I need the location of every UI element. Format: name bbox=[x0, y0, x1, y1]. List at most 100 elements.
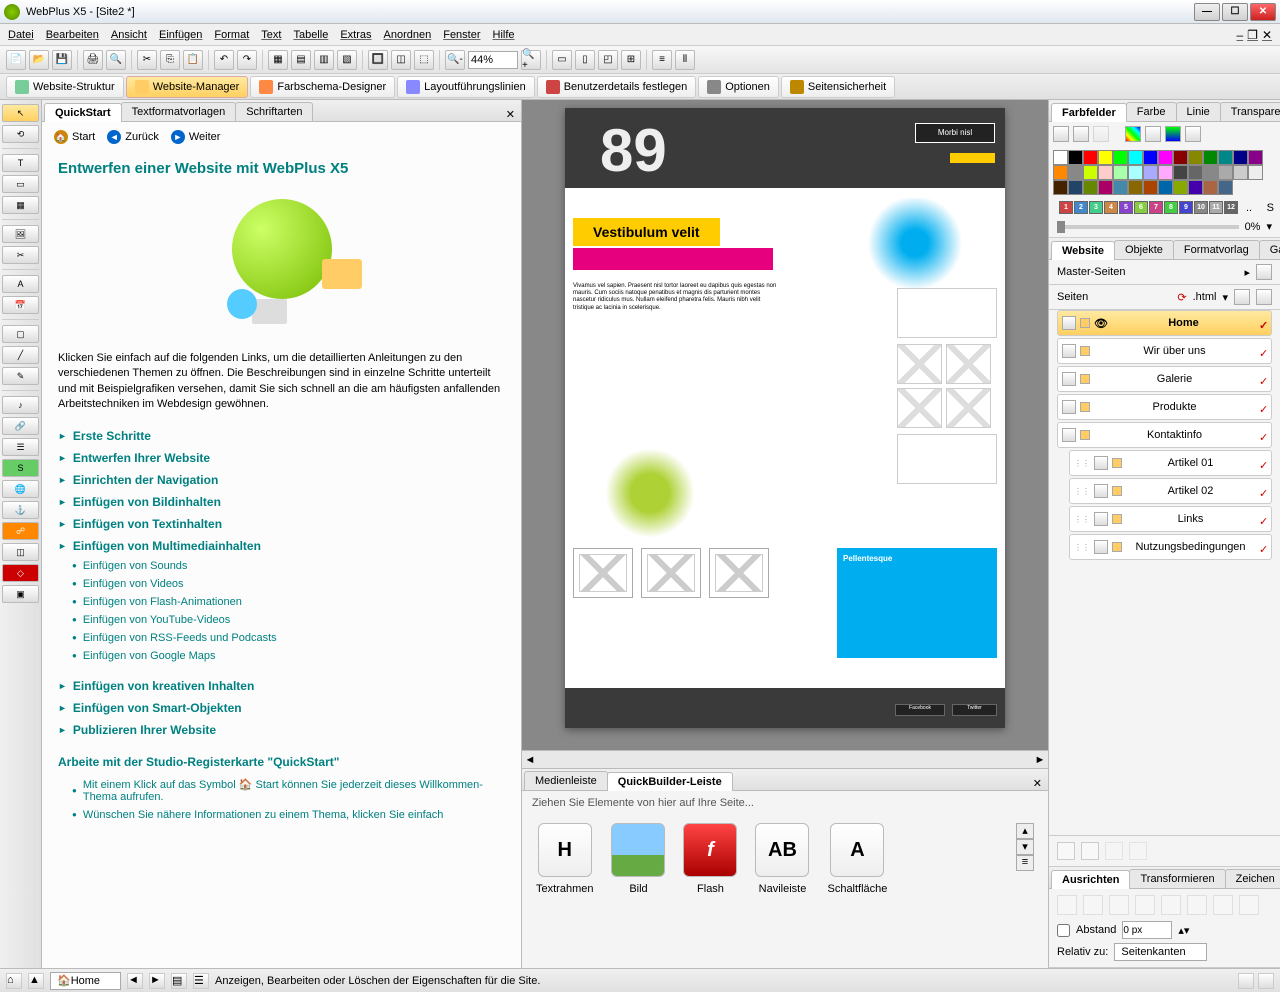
color-swatch[interactable] bbox=[1128, 150, 1143, 165]
color-swatch[interactable] bbox=[1143, 180, 1158, 195]
nav-tool[interactable]: ☰ bbox=[2, 438, 39, 456]
qs-tab-0[interactable]: QuickStart bbox=[44, 103, 122, 122]
fill-picker-icon[interactable] bbox=[1053, 126, 1069, 142]
qs-back-button[interactable]: ◄Zurück bbox=[107, 130, 159, 144]
print-button[interactable]: 🖨 bbox=[83, 50, 103, 70]
color-swatch[interactable] bbox=[1143, 150, 1158, 165]
align-b[interactable]: ⫴ bbox=[675, 50, 695, 70]
scheme-color-4[interactable]: 4 bbox=[1104, 201, 1118, 214]
tool-g[interactable]: ⬚ bbox=[414, 50, 434, 70]
color-swatch[interactable] bbox=[1248, 165, 1263, 180]
wp-tool-1[interactable] bbox=[1057, 842, 1075, 860]
page-item[interactable]: 👁Home✓ bbox=[1057, 310, 1272, 336]
qs-sublink[interactable]: Einfügen von YouTube-Videos bbox=[58, 611, 505, 629]
qs-forward-button[interactable]: ►Weiter bbox=[171, 130, 221, 144]
swatch-tab-2[interactable]: Linie bbox=[1176, 102, 1221, 121]
qs-sublink[interactable]: Einfügen von Sounds bbox=[58, 557, 505, 575]
line-picker-icon[interactable] bbox=[1073, 126, 1089, 142]
color-swatch[interactable] bbox=[1218, 150, 1233, 165]
menu-extras[interactable]: Extras bbox=[340, 29, 371, 41]
color-swatch[interactable] bbox=[1098, 180, 1113, 195]
image-tool[interactable]: 🖼 bbox=[2, 225, 39, 243]
page-item[interactable]: Galerie✓ bbox=[1057, 366, 1272, 392]
color-swatch[interactable] bbox=[1068, 180, 1083, 195]
qb-item-flash[interactable]: fFlash bbox=[683, 823, 737, 895]
sb-up-icon[interactable]: ▲ bbox=[28, 973, 44, 989]
pointer-tool[interactable]: ↖ bbox=[2, 104, 39, 122]
crop-tool[interactable]: ✂ bbox=[2, 246, 39, 264]
qs-sublink[interactable]: Einfügen von Videos bbox=[58, 575, 505, 593]
qs-start-button[interactable]: 🏠Start bbox=[54, 130, 95, 144]
line-tool[interactable]: ╱ bbox=[2, 346, 39, 364]
qb-item-bild[interactable]: Bild bbox=[611, 823, 665, 895]
menu-anordnen[interactable]: Anordnen bbox=[384, 29, 432, 41]
menu-text[interactable]: Text bbox=[261, 29, 281, 41]
color-swatch[interactable] bbox=[1113, 150, 1128, 165]
color-swatch[interactable] bbox=[1218, 180, 1233, 195]
website-tab-0[interactable]: Website bbox=[1051, 241, 1115, 260]
qs-tab-1[interactable]: Textformatvorlagen bbox=[121, 102, 237, 121]
calendar-tool[interactable]: 📅 bbox=[2, 296, 39, 314]
sb-page-combo[interactable]: 🏠 Home bbox=[50, 972, 121, 990]
undo-button[interactable]: ↶ bbox=[214, 50, 234, 70]
panel-tool[interactable]: ◫ bbox=[2, 543, 39, 561]
color-swatch[interactable] bbox=[1158, 180, 1173, 195]
color-swatch[interactable] bbox=[1098, 165, 1113, 180]
form-tool[interactable]: S bbox=[2, 459, 39, 477]
page-item[interactable]: ⋮⋮Artikel 02✓ bbox=[1069, 478, 1272, 504]
wp-tool-2[interactable] bbox=[1081, 842, 1099, 860]
page-item[interactable]: Kontaktinfo✓ bbox=[1057, 422, 1272, 448]
palette-icon[interactable] bbox=[1125, 126, 1141, 142]
refresh-icon[interactable]: ⟳ bbox=[1177, 291, 1186, 304]
qb-item-textrahmen[interactable]: HTextrahmen bbox=[536, 823, 593, 895]
align-bottom-icon[interactable] bbox=[1187, 895, 1207, 915]
color-swatch[interactable] bbox=[1233, 165, 1248, 180]
color-swatch[interactable] bbox=[1203, 180, 1218, 195]
sb-right-1-icon[interactable] bbox=[1238, 973, 1254, 989]
color-swatch[interactable] bbox=[1083, 180, 1098, 195]
align-right-icon[interactable] bbox=[1109, 895, 1129, 915]
qs-sublink[interactable]: Einfügen von RSS-Feeds und Podcasts bbox=[58, 629, 505, 647]
align-a[interactable]: ≡ bbox=[652, 50, 672, 70]
align-center-h-icon[interactable] bbox=[1083, 895, 1103, 915]
color-swatch[interactable] bbox=[1113, 180, 1128, 195]
menu-hilfe[interactable]: Hilfe bbox=[493, 29, 515, 41]
pen-tool[interactable]: ✎ bbox=[2, 367, 39, 385]
page-item[interactable]: Wir über uns✓ bbox=[1057, 338, 1272, 364]
zoom-input[interactable] bbox=[468, 51, 518, 69]
gradient-icon[interactable] bbox=[1165, 126, 1181, 142]
frame-tool[interactable]: ▭ bbox=[2, 175, 39, 193]
expand-icon[interactable]: ▸ bbox=[1244, 266, 1250, 279]
align-top-icon[interactable] bbox=[1135, 895, 1155, 915]
menu-fenster[interactable]: Fenster bbox=[443, 29, 480, 41]
page-preview[interactable]: 89 Morbi nisl Vestibulum velit Vivamus v… bbox=[565, 108, 1005, 728]
menu-ansicht[interactable]: Ansicht bbox=[111, 29, 147, 41]
swatch-options-icon[interactable] bbox=[1185, 126, 1201, 142]
sb-next-icon[interactable]: ► bbox=[149, 973, 165, 989]
media-tool[interactable]: ♪ bbox=[2, 396, 39, 414]
redo-button[interactable]: ↷ bbox=[237, 50, 257, 70]
scheme-color-1[interactable]: 1 bbox=[1059, 201, 1073, 214]
color-swatch[interactable] bbox=[1053, 150, 1068, 165]
new-button[interactable]: 📄 bbox=[6, 50, 26, 70]
qs-link[interactable]: Einfügen von Textinhalten bbox=[58, 513, 505, 535]
distribute-v-icon[interactable] bbox=[1239, 895, 1259, 915]
scheme-color-12[interactable]: 12 bbox=[1224, 201, 1238, 214]
tint-dropdown-icon[interactable]: ▾ bbox=[1266, 220, 1272, 233]
qb-tab-0[interactable]: Medienleiste bbox=[524, 771, 608, 790]
zoom-in-button[interactable]: 🔍+ bbox=[521, 50, 541, 70]
tabbar-website-struktur[interactable]: Website-Struktur bbox=[6, 76, 124, 98]
qs-sublink[interactable]: Einfügen von Google Maps bbox=[58, 647, 505, 665]
tabbar-optionen[interactable]: Optionen bbox=[698, 76, 779, 98]
menu-einfügen[interactable]: Einfügen bbox=[159, 29, 202, 41]
tool-c[interactable]: ▥ bbox=[314, 50, 334, 70]
rect-tool[interactable]: ▢ bbox=[2, 325, 39, 343]
qb-scroll-up[interactable]: ▴ bbox=[1016, 823, 1034, 839]
color-swatch[interactable] bbox=[1173, 180, 1188, 195]
rotate-tool[interactable]: ⟲ bbox=[2, 125, 39, 143]
page-item[interactable]: ⋮⋮Artikel 01✓ bbox=[1069, 450, 1272, 476]
zoom-out-button[interactable]: 🔍- bbox=[445, 50, 465, 70]
doc-close[interactable]: ✕ bbox=[1262, 28, 1272, 42]
distribute-h-icon[interactable] bbox=[1213, 895, 1233, 915]
color-swatch[interactable] bbox=[1068, 165, 1083, 180]
